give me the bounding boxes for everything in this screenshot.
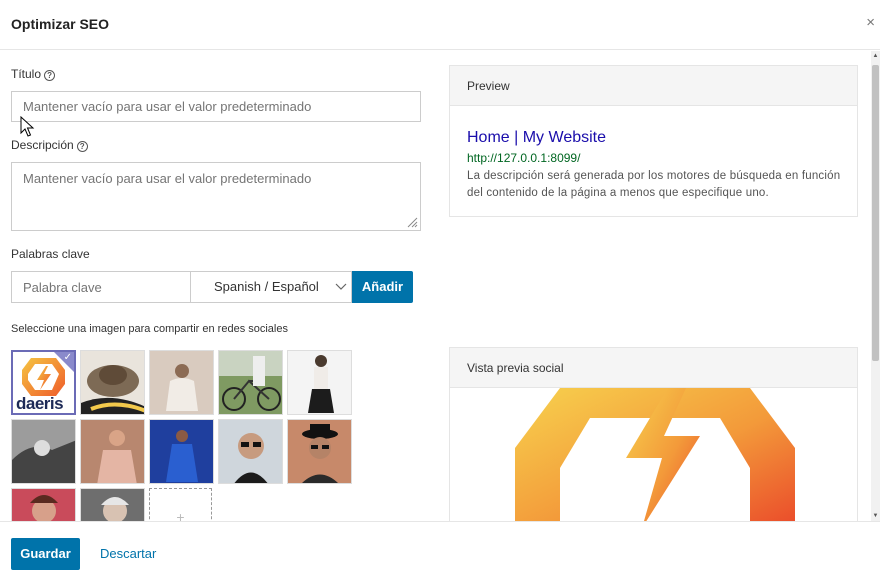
image-thumb-old-woman[interactable] [80, 488, 145, 524]
preview-description: La descripción será generada por los mot… [467, 170, 841, 199]
keyword-input[interactable] [11, 271, 191, 303]
mouse-cursor-icon [20, 116, 35, 137]
image-thumb-bw-woman[interactable] [11, 419, 76, 484]
title-input[interactable] [11, 91, 421, 122]
search-preview-box: Preview Home | My Website http://127.0.0… [449, 65, 858, 217]
language-select-value: Spanish / Español [214, 279, 319, 294]
image-thumb-woman-red[interactable] [11, 488, 76, 524]
discard-button[interactable]: Descartar [100, 546, 156, 561]
social-preview-image [450, 388, 857, 526]
language-select[interactable]: Spanish / Español [190, 271, 352, 303]
image-thumb-daeris-logo[interactable]: daeris ✓ [11, 350, 76, 415]
image-thumb-woman-sitting[interactable] [149, 350, 214, 415]
upload-image-slot[interactable]: + [149, 488, 212, 525]
help-icon[interactable]: ? [44, 70, 56, 81]
scroll-up-arrow-icon[interactable]: ▲ [871, 53, 880, 59]
image-thumb-woman-blue-dress[interactable] [149, 419, 214, 484]
scrollbar[interactable]: ▲ ▼ [871, 51, 880, 521]
description-label: Descripción? [11, 138, 88, 152]
resize-grip-icon[interactable] [406, 216, 418, 228]
preview-url: http://127.0.0.1:8099/ [467, 151, 581, 165]
keywords-label: Palabras clave [11, 247, 90, 261]
scroll-down-arrow-icon[interactable]: ▼ [871, 513, 880, 519]
preview-title: Home | My Website [467, 129, 607, 146]
save-button[interactable]: Guardar [11, 538, 80, 570]
social-preview-header: Vista previa social [450, 348, 857, 388]
help-icon[interactable]: ? [76, 141, 88, 152]
daeris-logo-icon [515, 388, 795, 526]
image-thumb-woman-pink[interactable] [80, 419, 145, 484]
image-thumb-man-sunglasses[interactable] [218, 419, 283, 484]
description-textarea[interactable]: Mantener vacío para usar el valor predet… [11, 162, 421, 231]
title-label: Título? [11, 67, 56, 81]
image-thumb-man-hat[interactable] [287, 419, 352, 484]
modal-footer: Guardar Descartar [0, 521, 880, 580]
image-thumb-woman-standing[interactable] [287, 350, 352, 415]
image-thumb-bicycle[interactable] [218, 350, 283, 415]
modal-header: Optimizar SEO × [0, 0, 880, 50]
scroll-thumb[interactable] [872, 65, 879, 361]
chevron-down-icon [335, 272, 347, 314]
social-image-label: Seleccione una imagen para compartir en … [11, 323, 288, 335]
image-thumb-hat[interactable] [80, 350, 145, 415]
close-icon[interactable]: × [866, 14, 875, 31]
preview-header: Preview [450, 66, 857, 106]
add-keyword-button[interactable]: Añadir [352, 271, 413, 303]
social-preview-box: Vista previa social [449, 347, 858, 527]
modal-title: Optimizar SEO [11, 16, 110, 32]
logo-text: daeris [16, 394, 64, 413]
